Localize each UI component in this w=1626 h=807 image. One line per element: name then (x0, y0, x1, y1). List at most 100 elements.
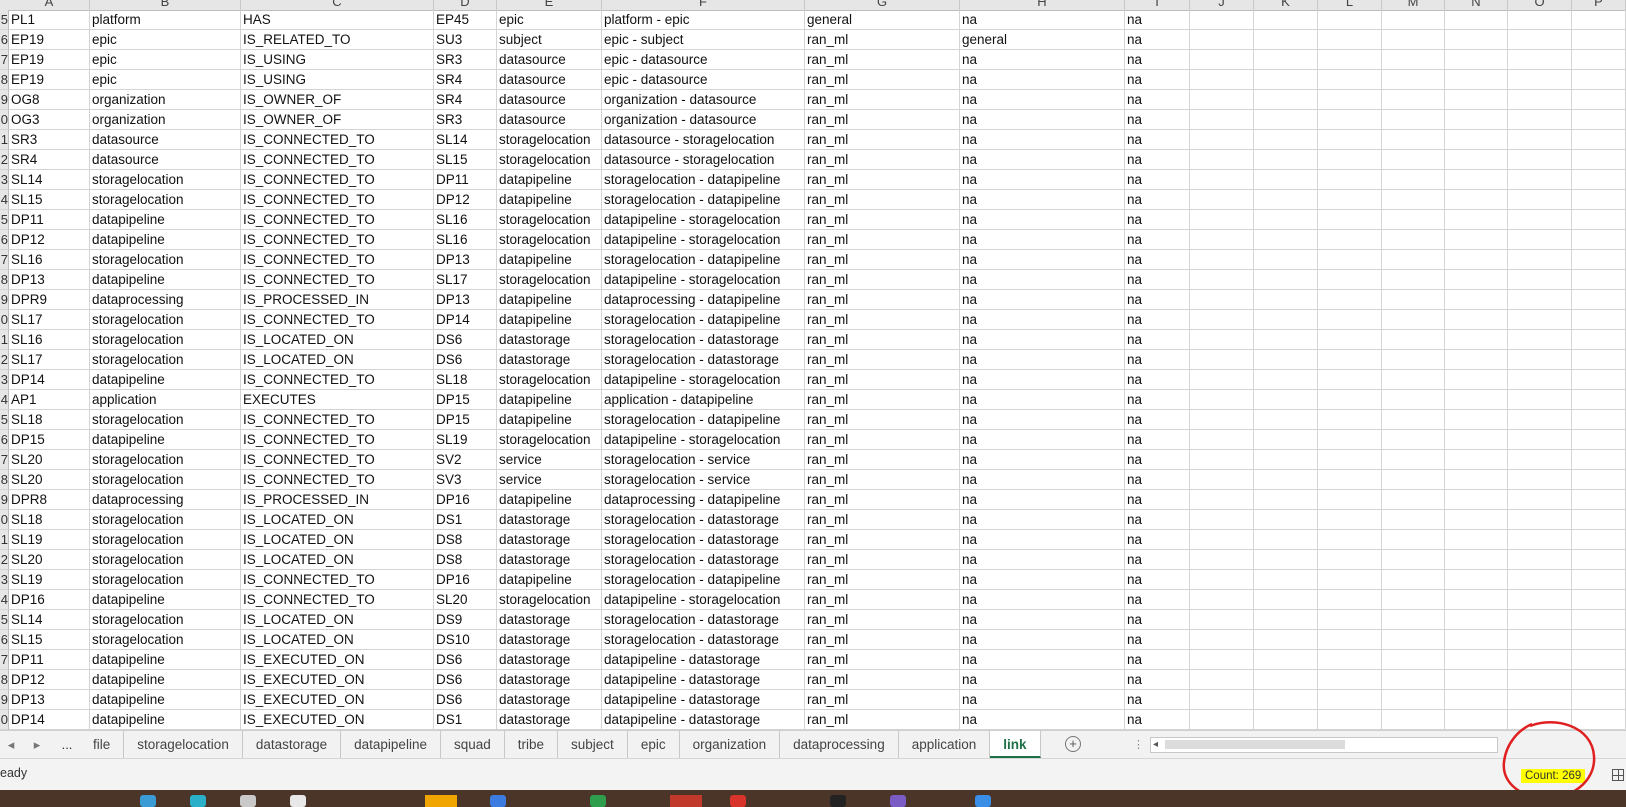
table-cell[interactable]: storagelocation (90, 310, 241, 330)
table-cell[interactable]: datapipeline - datastorage (602, 710, 805, 730)
table-cell[interactable] (1190, 330, 1254, 350)
table-cell[interactable]: datapipeline - datastorage (602, 650, 805, 670)
table-cell[interactable] (1190, 490, 1254, 510)
table-cell[interactable] (1572, 270, 1626, 290)
scrollbar-thumb[interactable] (1165, 740, 1345, 749)
table-cell[interactable]: datapipeline (497, 290, 602, 310)
table-cell[interactable]: SU3 (434, 30, 497, 50)
sheet-tab[interactable]: organization (680, 731, 781, 759)
table-cell[interactable]: na (1125, 50, 1190, 70)
table-cell[interactable]: ran_ml (805, 490, 960, 510)
row-number[interactable]: 6 (0, 230, 9, 250)
table-cell[interactable] (1508, 510, 1572, 530)
row-number[interactable]: 3 (0, 370, 9, 390)
table-cell[interactable]: storagelocation (497, 150, 602, 170)
table-cell[interactable] (1508, 170, 1572, 190)
table-cell[interactable]: storagelocation (90, 170, 241, 190)
table-cell[interactable]: ran_ml (805, 370, 960, 390)
table-cell[interactable]: DP15 (9, 430, 90, 450)
column-header[interactable]: A (9, 0, 90, 10)
table-cell[interactable] (1318, 550, 1382, 570)
table-cell[interactable] (1318, 530, 1382, 550)
add-sheet-icon[interactable]: + (1065, 736, 1081, 752)
table-cell[interactable] (1382, 470, 1445, 490)
table-cell[interactable]: organization (90, 90, 241, 110)
table-cell[interactable]: SL20 (9, 550, 90, 570)
table-cell[interactable]: DP14 (9, 710, 90, 730)
table-cell[interactable]: datapipeline (90, 370, 241, 390)
table-cell[interactable] (1382, 150, 1445, 170)
table-cell[interactable] (1445, 490, 1508, 510)
spreadsheet-grid[interactable]: 5 PL1 platform HAS EP45 epic platform - epic ge… (0, 10, 1626, 730)
sheet-tab[interactable]: datastorage (243, 731, 342, 759)
table-cell[interactable] (1382, 230, 1445, 250)
table-cell[interactable]: datastorage (497, 330, 602, 350)
table-cell[interactable]: ran_ml (805, 310, 960, 330)
table-cell[interactable]: ran_ml (805, 550, 960, 570)
table-cell[interactable]: storagelocation - datastorage (602, 530, 805, 550)
table-cell[interactable] (1190, 150, 1254, 170)
table-cell[interactable]: DP13 (9, 690, 90, 710)
table-cell[interactable]: datastorage (497, 530, 602, 550)
table-cell[interactable]: na (1125, 250, 1190, 270)
table-cell[interactable]: SL20 (9, 450, 90, 470)
table-cell[interactable]: SL17 (434, 270, 497, 290)
table-cell[interactable] (1572, 630, 1626, 650)
table-cell[interactable]: storagelocation (90, 190, 241, 210)
table-cell[interactable]: datapipeline - datastorage (602, 690, 805, 710)
table-cell[interactable]: na (1125, 270, 1190, 290)
table-cell[interactable]: na (960, 150, 1125, 170)
table-cell[interactable] (1190, 410, 1254, 430)
table-cell[interactable] (1508, 450, 1572, 470)
table-cell[interactable]: datapipeline (90, 230, 241, 250)
table-cell[interactable] (1508, 370, 1572, 390)
table-cell[interactable] (1254, 230, 1318, 250)
table-cell[interactable] (1445, 450, 1508, 470)
table-cell[interactable] (1572, 30, 1626, 50)
table-cell[interactable]: na (1125, 110, 1190, 130)
table-cell[interactable]: general (805, 10, 960, 30)
column-header[interactable]: G (805, 0, 960, 10)
sheet-tab[interactable]: subject (558, 731, 628, 759)
table-cell[interactable]: DS6 (434, 350, 497, 370)
table-cell[interactable]: na (960, 310, 1125, 330)
table-cell[interactable] (1508, 50, 1572, 70)
table-cell[interactable]: na (1125, 190, 1190, 210)
table-cell[interactable]: na (1125, 90, 1190, 110)
table-cell[interactable]: dataprocessing - datapipeline (602, 490, 805, 510)
table-cell[interactable] (1508, 470, 1572, 490)
row-number[interactable]: 0 (0, 510, 9, 530)
table-cell[interactable]: datapipeline (497, 390, 602, 410)
table-cell[interactable]: datapipeline - storagelocation (602, 210, 805, 230)
table-cell[interactable] (1254, 270, 1318, 290)
table-cell[interactable] (1445, 350, 1508, 370)
table-cell[interactable]: SR3 (9, 130, 90, 150)
table-cell[interactable]: IS_LOCATED_ON (241, 550, 434, 570)
column-header[interactable]: B (90, 0, 241, 10)
table-cell[interactable] (1254, 570, 1318, 590)
taskbar-app-icon[interactable] (670, 795, 702, 807)
table-cell[interactable]: na (960, 190, 1125, 210)
table-cell[interactable] (1254, 530, 1318, 550)
table-cell[interactable]: storagelocation (90, 570, 241, 590)
table-cell[interactable]: IS_OWNER_OF (241, 110, 434, 130)
table-cell[interactable]: storagelocation - datapipeline (602, 410, 805, 430)
table-cell[interactable] (1445, 310, 1508, 330)
row-number[interactable]: 5 (0, 210, 9, 230)
table-cell[interactable]: dataprocessing (90, 490, 241, 510)
table-cell[interactable] (1445, 430, 1508, 450)
table-cell[interactable]: SL14 (9, 610, 90, 630)
table-cell[interactable] (1508, 150, 1572, 170)
table-cell[interactable]: na (1125, 670, 1190, 690)
table-cell[interactable] (1445, 570, 1508, 590)
table-cell[interactable] (1318, 130, 1382, 150)
table-cell[interactable] (1508, 490, 1572, 510)
table-cell[interactable]: IS_CONNECTED_TO (241, 310, 434, 330)
table-cell[interactable] (1254, 70, 1318, 90)
table-cell[interactable] (1445, 690, 1508, 710)
table-cell[interactable] (1382, 670, 1445, 690)
table-cell[interactable]: storagelocation (497, 130, 602, 150)
table-cell[interactable]: SL15 (9, 630, 90, 650)
table-cell[interactable]: na (960, 390, 1125, 410)
table-cell[interactable] (1382, 630, 1445, 650)
